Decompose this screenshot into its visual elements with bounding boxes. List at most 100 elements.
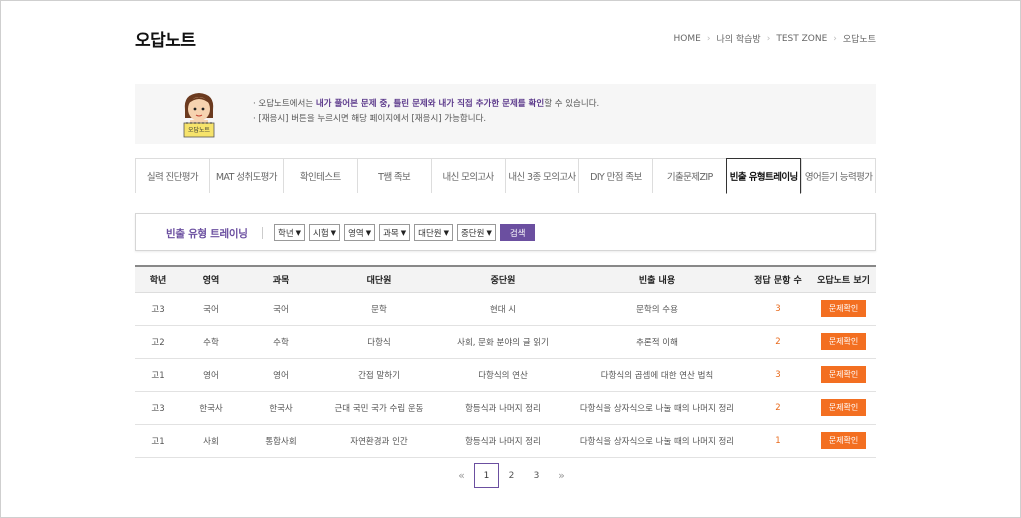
column-header: 대단원 [321, 265, 437, 293]
chevron-right-icon: › [706, 33, 711, 44]
cell-area: 국어 [181, 292, 241, 326]
check-problem-button[interactable]: 문제확인 [820, 366, 867, 383]
mascot-label: 오답노트 [187, 127, 211, 134]
cell-subunit: 항등식과 나머지 정리 [437, 391, 569, 425]
search-button[interactable]: 검색 [499, 224, 536, 241]
exam-select[interactable]: 시험 ▼ [309, 224, 341, 241]
grade-select[interactable]: 학년 ▼ [274, 224, 306, 241]
chevron-down-icon: ▼ [365, 228, 372, 237]
cell-subunit: 현대 시 [437, 292, 569, 326]
cell-area: 사회 [181, 424, 241, 458]
cell-area: 수학 [181, 325, 241, 359]
tab-diagnostic[interactable]: 실력 진단평가 [135, 158, 209, 193]
subunit-select[interactable]: 중단원 ▼ [456, 224, 496, 241]
chevron-down-icon: ▼ [486, 228, 492, 237]
tab-mock-exam[interactable]: 내신 모의고사 [430, 158, 505, 193]
column-header: 빈출 내용 [569, 265, 745, 293]
next-page-button[interactable]: » [549, 463, 574, 488]
cell-subject: 국어 [241, 292, 321, 326]
check-problem-button[interactable]: 문제확인 [820, 300, 867, 317]
chevron-right-icon: › [766, 33, 771, 44]
column-header: 과목 [241, 265, 321, 293]
cell-grade: 고1 [135, 358, 181, 392]
column-header: 중단원 [437, 265, 569, 293]
area-select[interactable]: 영역 ▼ [344, 224, 376, 241]
breadcrumb: HOME › 나의 학습방 › TEST ZONE › 오답노트 [674, 32, 876, 46]
cell-subunit: 사회, 문화 분야의 글 읽기 [437, 325, 569, 359]
chevron-down-icon: ▼ [295, 228, 302, 237]
cell-count: 2 [745, 325, 811, 359]
check-problem-button[interactable]: 문제확인 [820, 333, 867, 350]
info-line-1: · 오답노트에서는 내가 풀어본 문제 중, 틀린 문제와 내가 직접 추가한 … [253, 99, 600, 109]
page-1-button[interactable]: 1 [474, 463, 499, 488]
breadcrumb-home[interactable]: HOME [674, 34, 701, 44]
cell-content: 문학의 수용 [569, 292, 745, 326]
column-header: 오답노트 보기 [811, 265, 876, 293]
column-header: 정답 문항 수 [745, 265, 811, 293]
cell-action: 문제확인 [811, 325, 876, 359]
check-problem-button[interactable]: 문제확인 [820, 432, 867, 449]
divider [262, 227, 263, 239]
cell-action: 문제확인 [811, 292, 876, 326]
cell-unit: 간접 말하기 [321, 358, 437, 392]
table-header-row: 학년 영역 과목 대단원 중단원 빈출 내용 정답 문항 수 오답노트 보기 [135, 265, 876, 293]
cell-grade: 고1 [135, 424, 181, 458]
cell-count: 3 [745, 292, 811, 326]
cell-subunit: 항등식과 나머지 정리 [437, 424, 569, 458]
cell-grade: 고3 [135, 391, 181, 425]
cell-grade: 고3 [135, 292, 181, 326]
cell-grade: 고2 [135, 325, 181, 359]
cell-content: 추론적 이해 [569, 325, 745, 359]
cell-action: 문제확인 [811, 358, 876, 392]
cell-area: 한국사 [181, 391, 241, 425]
cell-subject: 수학 [241, 325, 321, 359]
tab-diy[interactable]: DIY 만점 족보 [578, 158, 653, 193]
breadcrumb-test-zone[interactable]: TEST ZONE [776, 34, 827, 44]
table-row: 고3 국어 국어 문학 현대 시 문학의 수용 3 문제확인 [135, 292, 876, 326]
results-table: 학년 영역 과목 대단원 중단원 빈출 내용 정답 문항 수 오답노트 보기 고… [135, 265, 876, 458]
check-problem-button[interactable]: 문제확인 [820, 399, 867, 416]
cell-content: 다항식의 곱셈에 대한 연산 법칙 [569, 358, 745, 392]
breadcrumb-my-study[interactable]: 나의 학습방 [716, 32, 760, 45]
tab-3-mock-exam[interactable]: 내신 3종 모의고사 [504, 158, 579, 193]
page-2-button[interactable]: 2 [499, 463, 524, 488]
tab-t-ssaem[interactable]: T쌤 족보 [356, 158, 431, 193]
table-row: 고1 사회 통합사회 자연환경과 인간 항등식과 나머지 정리 다항식을 상자식… [135, 424, 876, 458]
cell-area: 영어 [181, 358, 241, 392]
tab-listening[interactable]: 영어듣기 능력평가 [801, 158, 877, 193]
cell-unit: 자연환경과 인간 [321, 424, 437, 458]
cell-subject: 한국사 [241, 391, 321, 425]
column-header: 학년 [135, 265, 181, 293]
cell-unit: 다항식 [321, 325, 437, 359]
prev-page-button[interactable]: « [449, 463, 474, 488]
filter-title: 빈출 유형 트레이닝 [166, 228, 248, 240]
info-text: · 오답노트에서는 내가 풀어본 문제 중, 틀린 문제와 내가 직접 추가한 … [253, 97, 599, 127]
column-header: 영역 [181, 265, 241, 293]
unit-select[interactable]: 대단원 ▼ [414, 224, 453, 241]
tab-confirm-test[interactable]: 확인테스트 [282, 158, 357, 193]
page-3-button[interactable]: 3 [524, 463, 549, 488]
cell-action: 문제확인 [811, 424, 876, 458]
cell-unit: 근대 국민 국가 수립 운동 [321, 391, 437, 425]
tab-past-exams[interactable]: 기출문제ZIP [652, 158, 727, 193]
chevron-down-icon: ▼ [400, 228, 407, 237]
table-row: 고3 한국사 한국사 근대 국민 국가 수립 운동 항등식과 나머지 정리 다항… [135, 391, 876, 425]
cell-subject: 통합사회 [241, 424, 321, 458]
tab-frequent-training[interactable]: 빈출 유형트레이닝 [726, 158, 802, 194]
table-row: 고1 영어 영어 간접 말하기 다항식의 연산 다항식의 곱셈에 대한 연산 법… [135, 358, 876, 392]
cell-content: 다항식을 상자식으로 나눌 때의 나머지 정리 [569, 424, 745, 458]
breadcrumb-current: 오답노트 [842, 35, 876, 45]
cell-count: 2 [745, 391, 811, 425]
chevron-down-icon: ▼ [330, 228, 337, 237]
pagination: « 1 2 3 » [449, 463, 574, 488]
filter-box: 빈출 유형 트레이닝 학년 ▼ 시험 ▼ 영역 ▼ 과목 ▼ 대단원 ▼ 중단원 ▼ 검색 [135, 213, 876, 251]
tab-mat[interactable]: MAT 성취도평가 [208, 158, 283, 193]
cell-subunit: 다항식의 연산 [437, 358, 569, 392]
subject-select[interactable]: 과목 ▼ [379, 224, 411, 241]
cell-content: 다항식을 상자식으로 나눌 때의 나머지 정리 [569, 391, 745, 425]
page-title: 오답노트 [135, 31, 196, 51]
tab-bar: 실력 진단평가 MAT 성취도평가 확인테스트 T쌤 족보 내신 모의고사 내신… [135, 158, 877, 194]
cell-action: 문제확인 [811, 391, 876, 425]
table-row: 고2 수학 수학 다항식 사회, 문화 분야의 글 읽기 추론적 이해 2 문제… [135, 325, 876, 359]
cell-subject: 영어 [241, 358, 321, 392]
